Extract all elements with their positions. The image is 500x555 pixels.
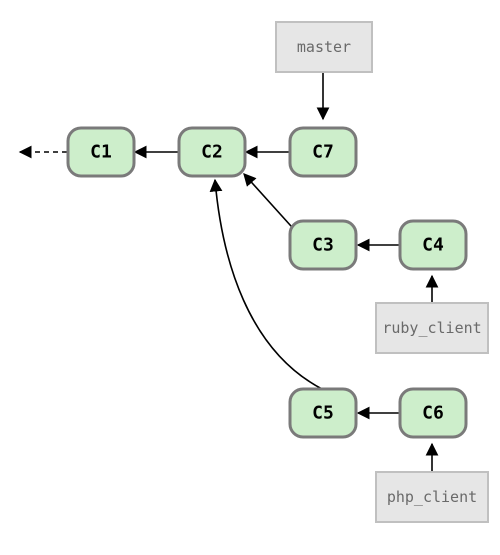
edge-c5-c2 xyxy=(215,180,322,389)
commit-c7: C7 xyxy=(290,128,356,176)
commit-c5-label: C5 xyxy=(312,403,334,424)
branch-php-client: php_client xyxy=(376,472,488,522)
commit-c3: C3 xyxy=(290,221,356,269)
commit-c2: C2 xyxy=(179,128,245,176)
commit-c3-label: C3 xyxy=(312,235,334,256)
commit-c6: C6 xyxy=(400,389,466,437)
git-commit-graph: master ruby_client php_client C1 C2 C7 C… xyxy=(0,0,500,555)
commit-c4-label: C4 xyxy=(422,235,444,256)
commit-c6-label: C6 xyxy=(422,403,444,424)
commit-c1-label: C1 xyxy=(90,142,112,163)
branch-master: master xyxy=(276,22,372,72)
commit-c1: C1 xyxy=(68,128,134,176)
branch-master-label: master xyxy=(297,38,351,56)
commit-c2-label: C2 xyxy=(201,142,223,163)
commit-c4: C4 xyxy=(400,221,466,269)
branch-ruby-client-label: ruby_client xyxy=(382,319,481,337)
branch-ruby-client: ruby_client xyxy=(376,303,488,353)
branch-php-client-label: php_client xyxy=(387,488,477,506)
commit-c5: C5 xyxy=(290,389,356,437)
commit-c7-label: C7 xyxy=(312,142,334,163)
